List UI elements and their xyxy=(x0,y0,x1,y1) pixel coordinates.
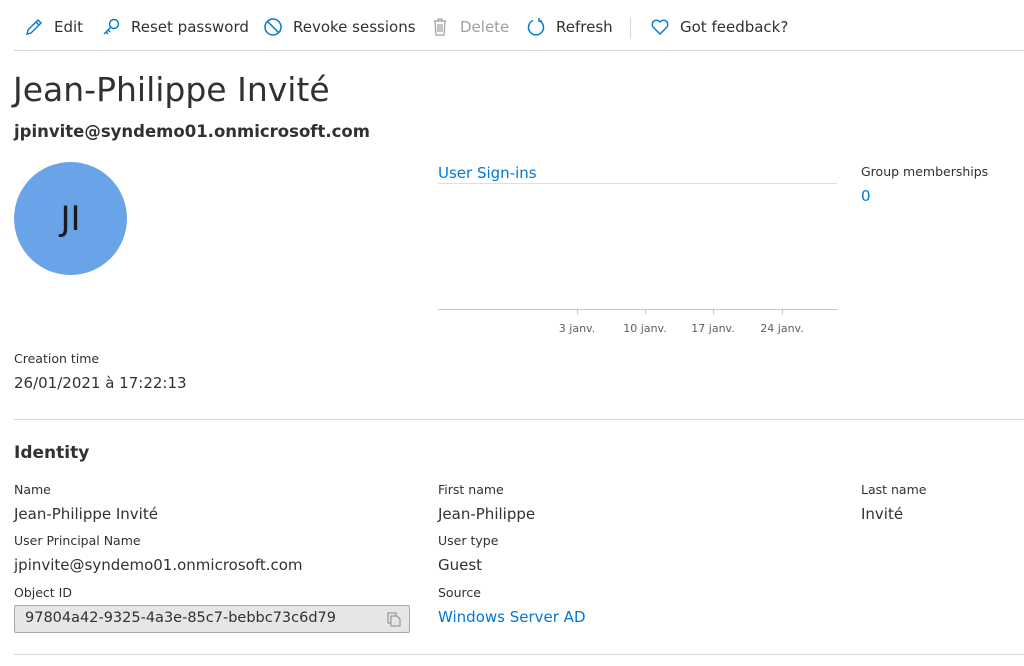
last-name-label: Last name xyxy=(861,482,927,497)
block-icon xyxy=(264,18,282,36)
object-id-field[interactable]: 97804a42-9325-4a3e-85c7-bebbc73c6d79 xyxy=(14,605,410,633)
trash-icon xyxy=(434,18,446,36)
object-id-value: 97804a42-9325-4a3e-85c7-bebbc73c6d79 xyxy=(25,610,337,626)
group-memberships-count[interactable]: 0 xyxy=(861,187,871,205)
creation-time-value: 26/01/2021 à 17:22:13 xyxy=(14,374,187,392)
section-divider xyxy=(14,419,1024,420)
user-email: jpinvite@syndemo01.onmicrosoft.com xyxy=(14,122,370,141)
creation-time-label: Creation time xyxy=(14,351,100,366)
x-tick xyxy=(577,309,578,314)
copy-icon[interactable] xyxy=(387,612,401,627)
refresh-icon xyxy=(527,18,545,36)
feedback-label: Got feedback? xyxy=(680,18,789,36)
page-title: Jean-Philippe Invité xyxy=(13,70,330,109)
feedback-button[interactable]: Got feedback? xyxy=(650,17,788,37)
revoke-sessions-button[interactable]: Revoke sessions xyxy=(263,17,416,37)
edit-label: Edit xyxy=(54,18,84,36)
refresh-label: Refresh xyxy=(556,18,613,36)
chart-top-line xyxy=(438,183,837,184)
user-type-value: Guest xyxy=(438,556,483,574)
toolbar-divider xyxy=(630,17,631,39)
reset-password-button[interactable]: Reset password xyxy=(101,17,249,37)
last-name-value: Invité xyxy=(861,505,904,523)
x-tick-label: 10 janv. xyxy=(623,322,667,335)
bottom-divider xyxy=(14,654,1024,655)
upn-value: jpinvite@syndemo01.onmicrosoft.com xyxy=(14,556,303,574)
source-value[interactable]: Windows Server AD xyxy=(438,608,586,626)
x-tick xyxy=(713,309,714,314)
avatar-initials: JI xyxy=(60,198,81,239)
avatar: JI xyxy=(14,162,127,275)
user-type-label: User type xyxy=(438,533,499,548)
chart-x-axis xyxy=(438,309,837,310)
delete-button[interactable]: Delete xyxy=(430,17,509,37)
name-label: Name xyxy=(14,482,51,497)
x-tick-label: 17 janv. xyxy=(691,322,735,335)
reset-password-label: Reset password xyxy=(131,18,249,36)
delete-label: Delete xyxy=(460,18,510,36)
key-icon xyxy=(103,18,120,35)
name-value: Jean-Philippe Invité xyxy=(14,505,158,523)
x-tick-label: 3 janv. xyxy=(558,322,596,335)
first-name-value: Jean-Philippe xyxy=(438,505,536,523)
edit-button[interactable]: Edit xyxy=(24,17,83,37)
pencil-icon xyxy=(26,19,42,35)
object-id-label: Object ID xyxy=(14,585,72,600)
x-tick xyxy=(645,309,646,314)
upn-label: User Principal Name xyxy=(14,533,141,548)
heart-icon xyxy=(651,19,669,35)
identity-heading: Identity xyxy=(14,443,90,463)
group-memberships-label: Group memberships xyxy=(861,164,989,179)
toolbar-underline xyxy=(14,50,1024,51)
first-name-label: First name xyxy=(438,482,504,497)
refresh-button[interactable]: Refresh xyxy=(526,17,613,37)
revoke-sessions-label: Revoke sessions xyxy=(293,18,416,36)
x-tick xyxy=(782,309,783,314)
source-label: Source xyxy=(438,585,481,600)
chart-title[interactable]: User Sign-ins xyxy=(438,164,537,182)
x-tick-label: 24 janv. xyxy=(760,322,804,335)
